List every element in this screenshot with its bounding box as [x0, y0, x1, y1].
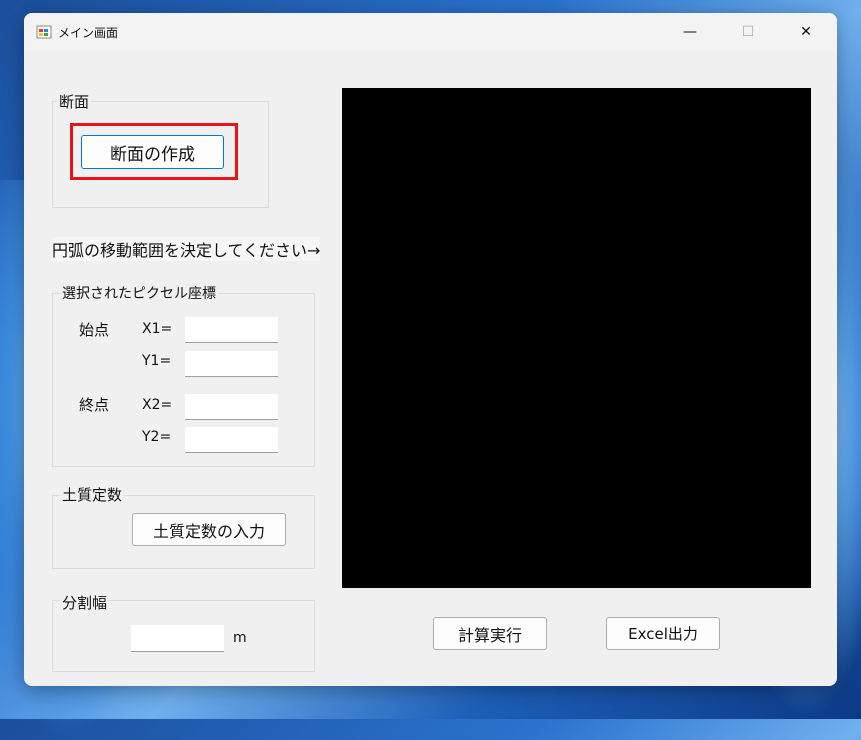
soil-input-button[interactable]: 土質定数の入力 — [132, 513, 286, 546]
y2-field[interactable] — [185, 427, 278, 453]
start-point-label: 始点 — [79, 321, 110, 339]
y1-label: Y1= — [142, 353, 172, 369]
section-canvas[interactable] — [342, 88, 811, 588]
division-width-field[interactable] — [131, 625, 224, 652]
maximize-icon: ☐ — [741, 24, 755, 40]
y2-label: Y2= — [142, 429, 172, 445]
window-title: メイン画面 — [58, 26, 119, 40]
end-point-label: 終点 — [79, 396, 110, 414]
pixel-coords-group-label: 選択されたピクセル座標 — [60, 283, 218, 303]
app-icon — [36, 25, 52, 39]
instruction-text: 円弧の移動範囲を決定してください→ — [52, 237, 321, 261]
x2-field[interactable] — [185, 394, 278, 420]
create-section-button[interactable]: 断面の作成 — [81, 135, 224, 169]
title-bar[interactable]: メイン画面 — ☐ ✕ — [24, 13, 837, 51]
calculate-button[interactable]: 計算実行 — [433, 617, 547, 650]
y1-field[interactable] — [185, 351, 278, 377]
minimize-icon: — — [683, 24, 697, 40]
excel-export-button[interactable]: Excel出力 — [606, 617, 720, 650]
section-group-label: 断面 — [57, 91, 92, 112]
x2-label: X2= — [142, 397, 173, 413]
main-window: メイン画面 — ☐ ✕ 断面 断面の作成 円弧の移動範囲を決定してください→ 選… — [24, 13, 837, 686]
close-icon: ✕ — [800, 24, 812, 40]
division-group-label: 分割幅 — [60, 592, 110, 613]
maximize-button[interactable]: ☐ — [719, 13, 777, 51]
soil-group-label: 土質定数 — [60, 484, 125, 505]
minimize-button[interactable]: — — [661, 13, 719, 51]
division-unit-label: m — [233, 630, 247, 646]
close-button[interactable]: ✕ — [777, 13, 835, 51]
x1-label: X1= — [142, 321, 173, 337]
x1-field[interactable] — [185, 317, 278, 343]
